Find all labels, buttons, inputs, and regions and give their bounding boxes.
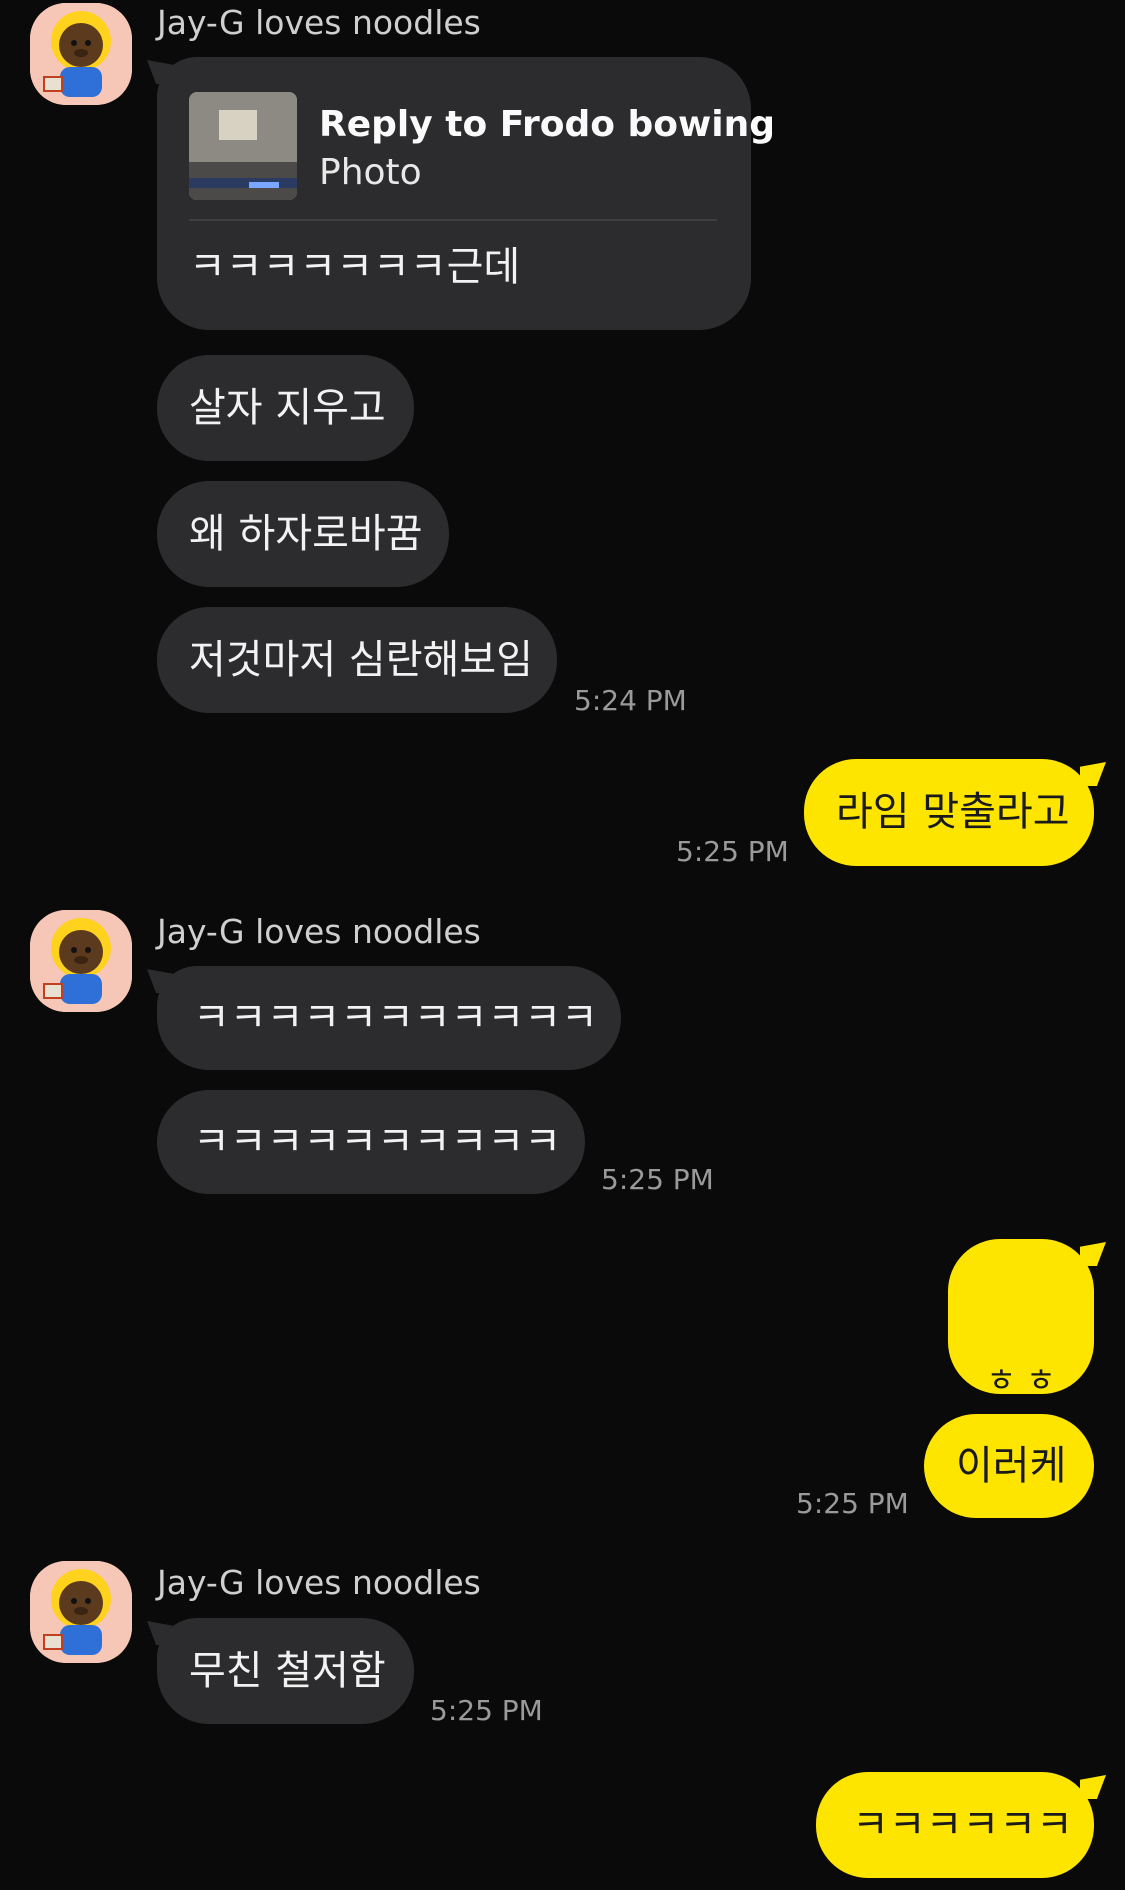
sender-name: Jay-G loves noodles (157, 912, 481, 951)
message-timestamp: 5:25 PM (601, 1163, 714, 1196)
character-avatar-icon (30, 910, 132, 1012)
message-bubble[interactable]: 이러케 (924, 1414, 1094, 1518)
message-timestamp: 5:25 PM (676, 835, 789, 868)
reply-bubble[interactable]: Reply to Frodo bowing Photo ㅋㅋㅋㅋㅋㅋㅋ근데 (157, 57, 775, 330)
message-bubble[interactable]: ㅋㅋㅋㅋㅋㅋㅋㅋㅋㅋㅋ (157, 966, 621, 1070)
message-bubble[interactable]: ㅋㅋㅋㅋㅋㅋㅋㅋㅋㅋ (157, 1090, 585, 1194)
character-avatar-icon (30, 1561, 132, 1663)
message-text: 저것마저 심란해보임 (189, 637, 533, 683)
message-text: ㅋㅋㅋㅋㅋㅋ (852, 1802, 1073, 1848)
message-bubble[interactable]: 저것마저 심란해보임 (157, 607, 557, 713)
message-text: ㅋㅋㅋㅋㅋㅋㅋㅋㅋㅋㅋ (193, 995, 598, 1041)
message-bubble[interactable]: ㅎ ㅎ ㅅ ㅅ (948, 1239, 1094, 1445)
message-bubble[interactable]: 라임 맞출라고 (804, 759, 1094, 866)
message-text: 무친 철저함 (189, 1648, 386, 1694)
sender-name: Jay-G loves noodles (157, 1563, 481, 1602)
message-text: 라임 맞출라고 (836, 789, 1070, 835)
avatar[interactable] (30, 1561, 132, 1663)
reply-photo-thumbnail[interactable] (189, 92, 297, 200)
character-avatar-icon (30, 3, 132, 105)
message-text: 이러케 (956, 1443, 1067, 1489)
message-text: ㅋㅋㅋㅋㅋㅋㅋ근데 (189, 244, 521, 290)
avatar[interactable] (30, 3, 132, 105)
message-bubble[interactable]: 무친 철저함 (157, 1618, 414, 1724)
message-text: 왜 하자로바꿈 (189, 511, 423, 557)
message-text: 살자 지우고 (189, 385, 386, 431)
reply-subtitle: Photo (319, 152, 422, 193)
message-timestamp: 5:25 PM (430, 1694, 543, 1727)
sender-name: Jay-G loves noodles (157, 3, 481, 42)
message-bubble[interactable]: 살자 지우고 (157, 355, 414, 461)
message-bubble[interactable]: 왜 하자로바꿈 (157, 481, 449, 587)
reply-title: Reply to Frodo bowing (319, 104, 776, 145)
message-timestamp: 5:25 PM (796, 1487, 909, 1520)
reply-divider (189, 219, 717, 221)
message-bubble[interactable]: ㅋㅋㅋㅋㅋㅋ (816, 1772, 1094, 1878)
avatar[interactable] (30, 910, 132, 1012)
message-timestamp: 5:24 PM (574, 684, 687, 717)
message-text: ㅋㅋㅋㅋㅋㅋㅋㅋㅋㅋ (193, 1119, 561, 1165)
